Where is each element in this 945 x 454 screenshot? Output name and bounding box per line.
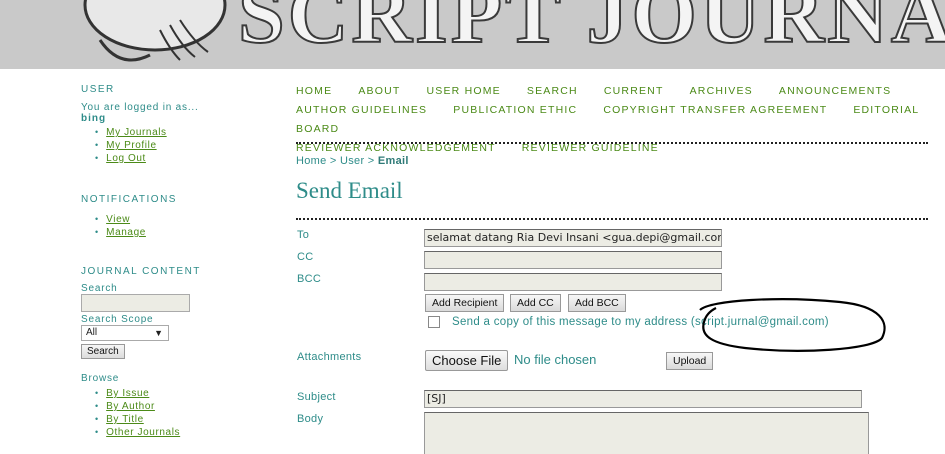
list-item: By Title [95,413,281,426]
browse-by-author-link[interactable]: By Author [106,401,155,412]
main-navigation: Home About User Home Search Current Archives A… [296,82,936,158]
no-file-chosen-text: No file chosen [514,352,597,367]
list-item: Other Journals [95,426,281,439]
list-item: By Author [95,400,281,413]
search-scope-label: Search Scope [81,314,154,325]
breadcrumb: Home > User > Email [296,155,409,167]
title-divider [296,218,928,220]
nav-copyright-transfer-agreement[interactable]: Copyright Transfer Agreement [603,104,827,116]
body-textarea[interactable] [424,412,869,454]
browse-label: Browse [81,373,120,384]
notifications-block-title: Notifications [81,194,177,205]
add-recipient-button[interactable]: Add Recipient [425,294,505,312]
nav-announcements[interactable]: Announcements [779,85,891,97]
subject-field[interactable]: [SJ] [424,390,862,408]
user-links: My Journals My Profile Log Out [95,126,281,165]
dropdown-arrow-icon: ▼ [154,328,163,338]
breadcrumb-separator: > [367,155,375,167]
to-field[interactable]: selamat datang Ria Devi Insani <gua.depi… [424,229,722,247]
search-input[interactable] [81,294,190,312]
nav-divider [296,142,928,144]
browse-by-title-link[interactable]: By Title [106,414,144,425]
header-banner: SCRIPT JOURNAL [0,0,945,69]
cc-field[interactable] [424,251,722,269]
breadcrumb-separator: > [329,155,337,167]
nav-search[interactable]: Search [527,85,578,97]
nav-home[interactable]: Home [296,85,332,97]
nav-author-guidelines[interactable]: Author Guidelines [296,104,427,116]
breadcrumb-current: Email [377,155,409,167]
username: bing [81,113,107,124]
list-item: By Issue [95,387,281,400]
send-copy-label: Send a copy of this message to my addres… [452,316,829,328]
log-out-link[interactable]: Log Out [106,153,146,164]
nav-user-home[interactable]: User Home [426,85,500,97]
fish-logo-icon [83,0,227,62]
list-item: View [95,213,281,226]
search-scope-select[interactable]: All ▼ [81,325,169,341]
view-notifications-link[interactable]: View [106,214,130,225]
upload-button[interactable]: Upload [666,352,714,370]
my-profile-link[interactable]: My Profile [106,140,156,151]
browse-by-issue-link[interactable]: By Issue [106,388,149,399]
browse-links: By Issue By Author By Title Other Journa… [95,387,281,439]
search-button[interactable]: Search [81,344,125,359]
my-journals-link[interactable]: My Journals [106,127,167,138]
list-item: Log Out [95,152,281,165]
nav-about[interactable]: About [358,85,400,97]
body-label: Body [297,413,324,425]
nav-archives[interactable]: Archives [690,85,753,97]
journal-content-block-title: Journal Content [81,266,201,277]
user-block-title: User [81,84,115,95]
choose-file-button[interactable]: Choose File [425,350,509,371]
attachments-label: Attachments [297,351,362,363]
bcc-field[interactable] [424,273,722,291]
other-journals-link[interactable]: Other Journals [106,427,180,438]
search-scope-value: All [86,327,98,338]
to-label: To [297,229,310,241]
nav-current[interactable]: Current [604,85,664,97]
nav-publication-ethic[interactable]: Publication Ethic [453,104,577,116]
bcc-label: BCC [297,273,322,285]
logged-in-text: You are logged in as... [81,102,199,113]
notification-links: View Manage [95,213,281,239]
list-item: My Journals [95,126,281,139]
list-item: Manage [95,226,281,239]
page-title: Send Email [296,178,403,203]
send-copy-checkbox[interactable] [428,316,440,328]
sidebar: User You are logged in as... bing My Jou… [81,84,281,439]
breadcrumb-user[interactable]: User [340,155,364,167]
subject-label: Subject [297,391,336,403]
cc-label: CC [297,251,314,263]
manage-notifications-link[interactable]: Manage [106,227,146,238]
add-cc-button[interactable]: Add CC [510,294,561,312]
list-item: My Profile [95,139,281,152]
search-label: Search [81,283,118,294]
breadcrumb-home[interactable]: Home [296,155,327,167]
add-bcc-button[interactable]: Add BCC [568,294,626,312]
banner-title: SCRIPT JOURNAL [237,0,945,62]
